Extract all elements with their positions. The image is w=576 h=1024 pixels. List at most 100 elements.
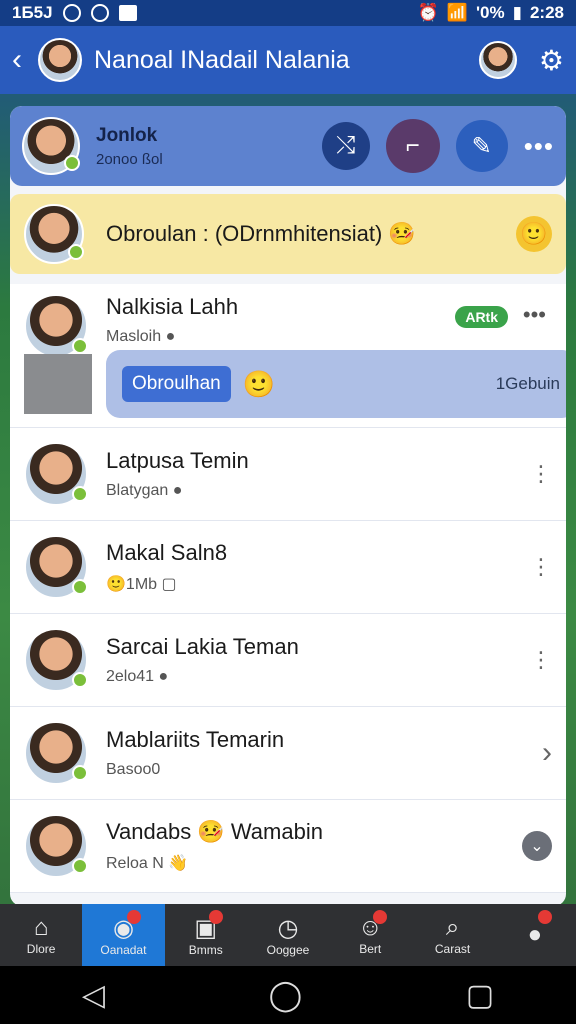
avatar[interactable] (22, 117, 80, 175)
status-dot (72, 486, 88, 502)
emoji-icon: 🙂 (242, 368, 276, 399)
battery-icon: ▮ (512, 3, 522, 22)
note-button[interactable]: ⌐ (385, 119, 440, 173)
more-icon[interactable]: ••• (524, 131, 554, 162)
contact-name: Makal Saln8 (106, 540, 228, 565)
tab-label: Carast (434, 942, 471, 956)
note-icon: ⌐ (405, 132, 420, 159)
list-item[interactable]: Mablariits Temarin Basoo0 › (10, 707, 566, 800)
tab-label: Bmms (188, 942, 223, 957)
clock-text: 2:28 (529, 3, 564, 22)
contact-name: Sarcai Lakia Teman (106, 634, 299, 659)
tab-chat[interactable]: ◉ Oanadat (82, 904, 165, 966)
recents-icon[interactable]: ▢ (466, 978, 494, 1013)
alarm-icon: ⏰ (417, 3, 439, 22)
list-item[interactable]: Vandabs 🤒 Wamabin Reloa N 👋 ⌄ (10, 800, 566, 893)
status-dot (68, 244, 84, 260)
home-icon: ⌂ (33, 914, 49, 941)
gear-icon[interactable]: ⚙ (539, 44, 564, 77)
kebab-menu-icon[interactable]: ⋮ (530, 554, 552, 580)
chevron-down-icon[interactable]: ⌄ (522, 831, 552, 861)
back-button[interactable]: ‹ (12, 43, 32, 77)
page-title: Nanoal INadail Nalania (94, 45, 350, 74)
contact-status: 2elo41 ● (106, 668, 169, 685)
tab-label: Oanadat (100, 942, 147, 957)
status-dot (72, 579, 88, 595)
kebab-menu-icon[interactable]: ⋮ (530, 461, 552, 487)
avatar (24, 628, 88, 692)
contact-list: Nalkisia Lahh Masloih ● ARtk ••• Obroulh… (10, 284, 566, 893)
profile-avatar[interactable] (478, 41, 517, 79)
avatar (24, 294, 88, 358)
shuffle-icon: ⤭ (336, 132, 356, 159)
image-placeholder (24, 354, 92, 414)
banner-text: Obroulan : (ODrnmhitensiat) 🤒 (106, 221, 416, 246)
shuffle-button[interactable]: ⤭ (321, 122, 370, 170)
contact-status: 🙂1Mb ▢ (106, 576, 177, 593)
mail-icon (118, 5, 137, 21)
reply-button[interactable]: Obroulhan (122, 366, 231, 402)
profile-bar: Jonlok 2onoo ßol ⤭ ⌐ ✎ ••• (10, 106, 566, 186)
list-item[interactable]: Makal Saln8 🙂1Mb ▢ ⋮ (10, 521, 566, 614)
avatar (24, 721, 88, 785)
app-bar: ‹ Nanoal INadail Nalania ⚙ (0, 26, 576, 94)
avatar (24, 442, 88, 506)
status-banner[interactable]: Obroulan : (ODrnmhitensiat) 🤒 🙂 (10, 194, 566, 274)
contact-status: Basoo0 (106, 761, 161, 778)
tab-calendar[interactable]: ▣ Bmms (165, 904, 247, 966)
clock-icon (90, 4, 109, 22)
contact-status: Reloa N 👋 (106, 855, 189, 872)
list-item[interactable]: Sarcai Lakia Teman 2elo41 ● ⋮ (10, 614, 566, 707)
contact-status: Masloih ● (106, 328, 176, 345)
status-badge: ARtk (455, 306, 508, 328)
search-user-icon: ⌕ (445, 914, 460, 941)
tab-label: Dlore (26, 942, 56, 956)
sync-icon (62, 4, 81, 22)
tab-label: Ooggee (266, 942, 310, 957)
status-bar: 1Б5Ј ⏰ 📶 '0% ▮ 2:28 (0, 0, 576, 26)
home-button[interactable]: ◯ (269, 978, 303, 1013)
tab-home[interactable]: ⌂ Dlore (0, 904, 82, 966)
kebab-menu-icon[interactable]: ⋮ (530, 647, 552, 673)
status-dot (72, 858, 88, 874)
wifi-icon: 📶 (446, 3, 468, 22)
status-dot (72, 765, 88, 781)
avatar[interactable] (38, 38, 82, 82)
edit-button[interactable]: ✎ (455, 120, 508, 172)
avatar (24, 204, 84, 264)
tab-label: Bert (359, 942, 382, 956)
tab-group[interactable]: ☺ Bert (329, 904, 411, 966)
system-nav: ◁ ◯ ▢ (0, 966, 576, 1024)
notification-badge (208, 910, 223, 924)
avatar (24, 535, 88, 599)
notification-badge (537, 910, 552, 924)
more-icon[interactable]: ••• (523, 302, 546, 328)
contact-name: Vandabs 🤒 Wamabin (106, 819, 323, 844)
bottom-nav: ⌂ Dlore ◉ Oanadat ▣ Bmms ◷ Ooggee ☺ Bert… (0, 904, 576, 966)
battery-text: '0% (475, 3, 505, 22)
main-panel: Jonlok 2onoo ßol ⤭ ⌐ ✎ ••• Obroulan : (O… (10, 106, 566, 906)
profile-name: Jonlok (96, 124, 158, 146)
profile-subtitle: 2onoo ßol (96, 150, 163, 168)
notification-badge (126, 910, 141, 924)
list-item[interactable]: Nalkisia Lahh Masloih ● ARtk ••• Obroulh… (10, 284, 566, 428)
list-item[interactable]: Latpusa Temin Blatygan ● ⋮ (10, 428, 566, 521)
bubble-meta: 1Gebuin (495, 374, 560, 393)
back-icon[interactable]: ◁ (82, 978, 105, 1013)
contact-status: Blatygan ● (106, 482, 183, 499)
tab-search[interactable]: ⌕ Carast (411, 904, 493, 966)
clock-icon: ◷ (277, 914, 299, 942)
avatar (24, 814, 88, 878)
contact-name: Mablariits Temarin (106, 727, 285, 752)
contact-name: Nalkisia Lahh (106, 294, 239, 319)
emoji-icon[interactable]: 🙂 (516, 216, 552, 252)
status-dot (72, 672, 88, 688)
chevron-right-icon[interactable]: › (542, 736, 552, 770)
tab-profile[interactable]: ● (494, 904, 576, 966)
contact-name: Latpusa Temin (106, 448, 249, 473)
notification-badge (373, 910, 388, 924)
message-bubble[interactable]: Obroulhan 🙂 1Gebuin (106, 350, 566, 418)
status-text: 1Б5Ј (12, 3, 53, 22)
profile-icon: ● (527, 921, 543, 948)
tab-clock[interactable]: ◷ Ooggee (247, 904, 329, 966)
